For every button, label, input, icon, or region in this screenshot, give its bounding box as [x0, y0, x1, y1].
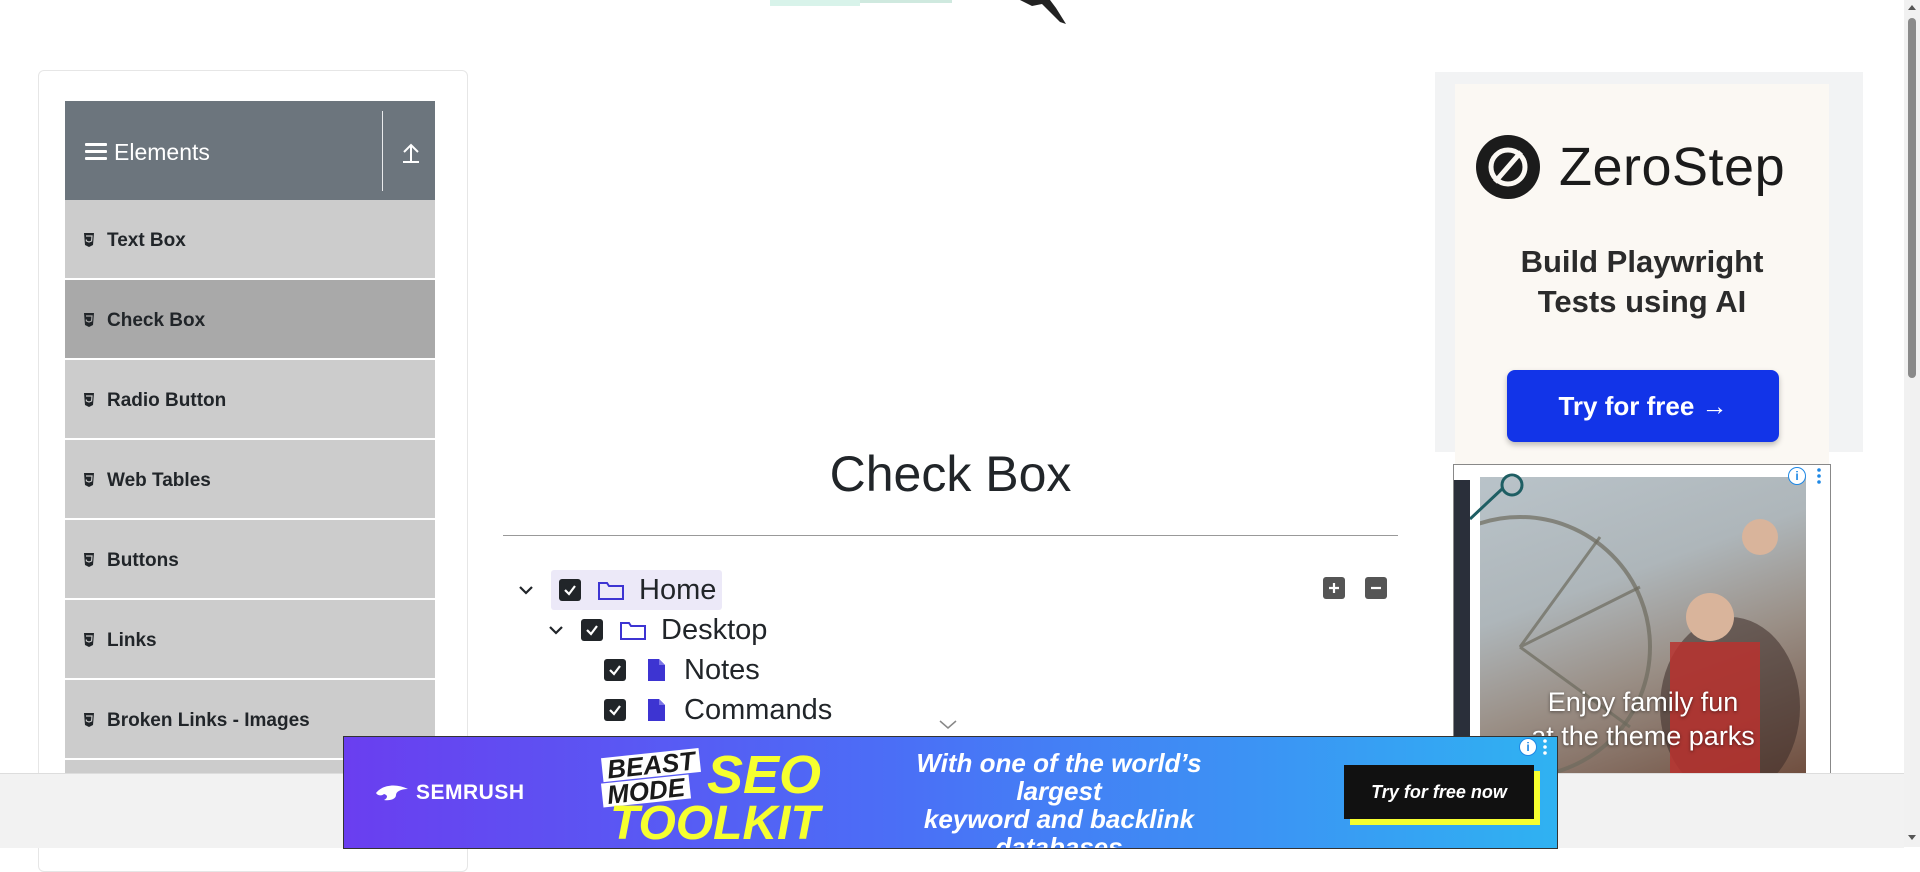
minus-icon — [1371, 586, 1381, 590]
expand-all-button[interactable] — [1323, 577, 1345, 599]
page-title: Check Box — [829, 446, 1072, 502]
seo-text: SEO — [707, 745, 822, 805]
menu-item-label: Links — [107, 630, 157, 651]
menu-item-label: Check Box — [107, 310, 206, 331]
adchoices-icon[interactable]: i — [1519, 738, 1537, 756]
tree-node-label[interactable]: Home — [639, 574, 716, 607]
menu-item-check-box[interactable]: Check Box — [65, 280, 435, 360]
zerostep-logo-icon — [1476, 135, 1540, 199]
commands-checkbox[interactable] — [604, 699, 626, 721]
scrollbar-thumb[interactable] — [1908, 18, 1916, 378]
scroll-up-arrow-icon[interactable] — [1907, 3, 1917, 11]
zerostep-tagline: Build Playwright Tests using AI — [1455, 242, 1829, 322]
menu-item-links[interactable]: Links — [65, 600, 435, 680]
semrush-logo: SEMRUSH — [374, 781, 525, 805]
zerostep-cta-button[interactable]: Try for free → — [1507, 370, 1779, 442]
menu-item-text-box[interactable]: Text Box — [65, 200, 435, 280]
semrush-cta-button[interactable]: Try for free now — [1344, 765, 1534, 819]
page-scrollbar[interactable] — [1904, 0, 1920, 847]
notes-checkbox[interactable] — [604, 659, 626, 681]
file-icon — [648, 659, 665, 681]
html5-icon — [84, 713, 94, 727]
html5-icon — [84, 633, 94, 647]
plus-icon — [1329, 583, 1339, 593]
zerostep-ad[interactable]: ZeroStep Build Playwright Tests using AI… — [1435, 72, 1863, 484]
menu-item-label: Text Box — [107, 230, 186, 251]
site-logo-fragment — [770, 0, 1066, 24]
chevron-down-icon[interactable] — [515, 579, 537, 601]
zerostep-ad-card: ZeroStep Build Playwright Tests using AI… — [1455, 84, 1829, 484]
header-divider — [382, 111, 383, 191]
folder-icon — [598, 582, 624, 600]
folder-icon — [620, 622, 646, 640]
semrush-brand: SEMRUSH — [416, 781, 525, 804]
tree-node-notes: Notes — [604, 651, 760, 689]
menu-item-label: Radio Button — [107, 390, 227, 411]
collapse-all-button[interactable] — [1365, 577, 1387, 599]
menu-item-label: Buttons — [107, 550, 179, 571]
toolkit-text: TOOLKIT — [610, 797, 820, 849]
file-icon — [648, 699, 665, 721]
menu-item-label: Broken Links - Images — [107, 710, 310, 731]
tree-node-label[interactable]: Commands — [684, 694, 832, 727]
html5-icon — [84, 393, 94, 407]
menu-item-label: Web Tables — [107, 470, 211, 491]
home-node-highlight: Home — [551, 570, 723, 610]
message-line2: keyword and backlink — [923, 804, 1195, 834]
ad-decor-ring — [1470, 473, 1524, 521]
elements-group-header[interactable]: Elements — [65, 101, 435, 200]
checkmark-icon — [609, 705, 621, 716]
beast-mode-seo-toolkit-logo: BEAST MODE SEO TOOLKIT — [600, 745, 822, 849]
chevron-down-icon[interactable] — [545, 619, 567, 641]
adchoices-icon[interactable]: i — [1788, 467, 1806, 485]
html5-icon — [84, 313, 94, 327]
message-line1: With one of the world’s largest — [916, 748, 1202, 806]
group-title: Elements — [114, 139, 210, 165]
scroll-down-chevron-icon — [939, 720, 957, 729]
semrush-banner-ad[interactable]: SEMRUSH BEAST MODE SEO TOOLKIT With one … — [343, 736, 1558, 849]
menu-item-radio-button[interactable]: Radio Button — [65, 360, 435, 440]
ad-menu-dots-icon[interactable] — [1542, 738, 1548, 756]
checkmark-icon — [586, 625, 598, 636]
menu-icon — [85, 143, 107, 161]
menu-item-buttons[interactable]: Buttons — [65, 520, 435, 600]
html5-icon — [84, 233, 94, 247]
home-checkbox[interactable] — [559, 579, 581, 601]
menu-item-web-tables[interactable]: Web Tables — [65, 440, 435, 520]
tree-node-label[interactable]: Desktop — [661, 614, 767, 647]
title-divider — [503, 535, 1398, 536]
checkmark-icon — [564, 585, 576, 596]
html5-icon — [84, 473, 94, 487]
scroll-down-arrow-icon[interactable] — [1907, 834, 1917, 842]
tree-node-label[interactable]: Notes — [684, 654, 760, 687]
checkmark-icon — [609, 665, 621, 676]
semrush-flame-icon — [376, 785, 408, 801]
tree-node-desktop: Desktop — [545, 611, 767, 649]
ad-menu-dots-icon[interactable] — [1816, 467, 1822, 485]
zerostep-tagline-line1: Build Playwright — [1520, 244, 1764, 279]
collapse-up-icon[interactable] — [400, 141, 422, 165]
semrush-message: With one of the world’s largest keyword … — [884, 748, 1234, 848]
caption-line1: Enjoy family fun — [1547, 687, 1739, 717]
desktop-checkbox[interactable] — [581, 619, 603, 641]
tree-node-commands: Commands — [604, 691, 832, 729]
zerostep-brand: ZeroStep — [1559, 137, 1786, 197]
html5-icon — [84, 553, 94, 567]
tree-node-home: Home — [515, 570, 723, 610]
zerostep-tagline-line2: Tests using AI — [1537, 284, 1747, 319]
